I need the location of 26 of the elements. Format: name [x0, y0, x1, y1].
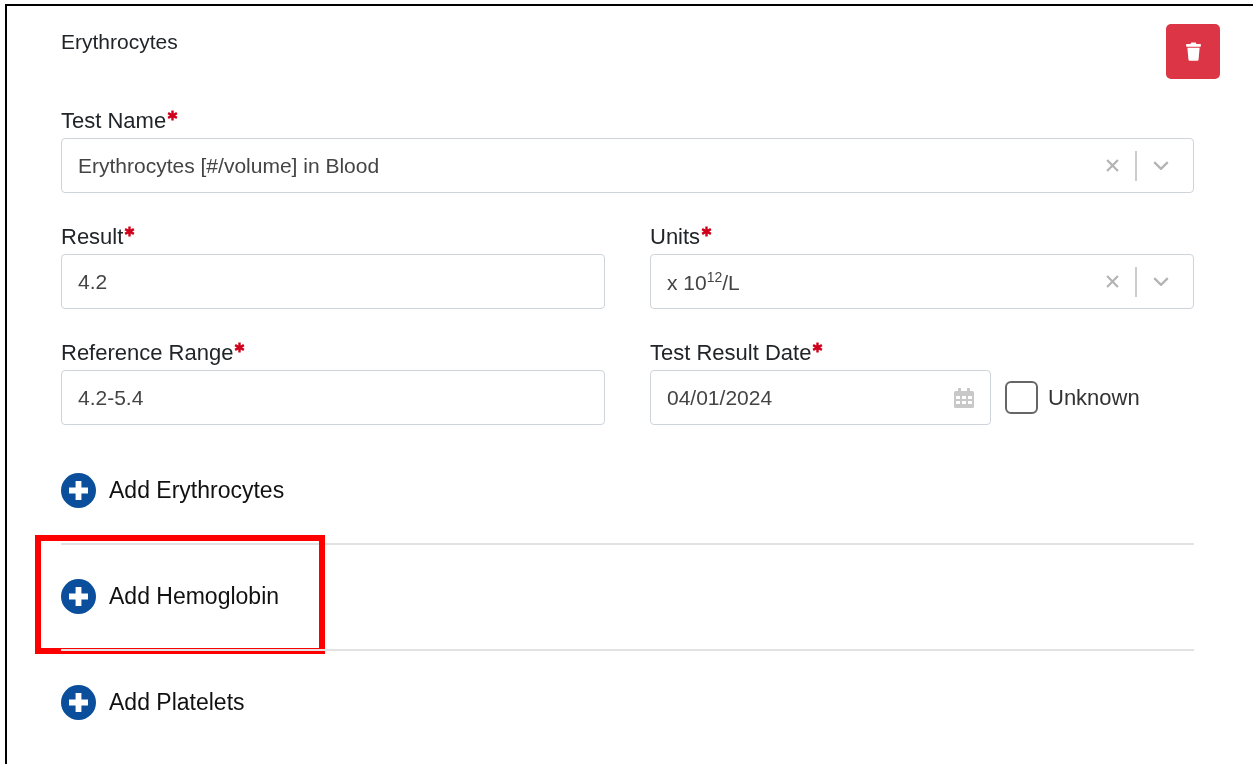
calendar-icon	[954, 387, 974, 408]
clear-icon	[1106, 159, 1119, 172]
plus-circle-icon	[61, 472, 96, 508]
delete-button[interactable]	[1166, 24, 1220, 79]
chevron-down-icon	[1153, 161, 1169, 170]
field-label: Test Name	[61, 108, 167, 134]
field-label: Test Result Date	[650, 340, 812, 366]
clear-icon	[1106, 275, 1119, 288]
field-label: Result	[61, 224, 124, 250]
section-title: Erythrocytes	[61, 30, 178, 54]
add-link[interactable]: Add Hemoglobin	[61, 578, 280, 614]
date-field[interactable]: 04/01/2024	[650, 370, 991, 425]
select-field[interactable]: Erythrocytes [#/volume] in Blood	[61, 138, 1194, 193]
chevron-down-icon	[1153, 277, 1169, 286]
add-link[interactable]: Add Erythrocytes	[61, 472, 285, 508]
input-field[interactable]: 4.2	[61, 254, 605, 309]
input-field[interactable]: 4.2-5.4	[61, 370, 605, 425]
checkbox-label: Unknown	[1048, 384, 1140, 411]
checkbox[interactable]	[1005, 381, 1038, 414]
field-label: Units	[650, 224, 701, 250]
plus-circle-icon	[61, 578, 96, 614]
add-link[interactable]: Add Platelets	[61, 684, 245, 720]
select-field[interactable]: x 10$^{12}$/L	[650, 254, 1194, 309]
trash-icon	[1183, 41, 1203, 62]
plus-circle-icon	[61, 684, 96, 720]
field-label: Reference Range	[61, 340, 234, 366]
